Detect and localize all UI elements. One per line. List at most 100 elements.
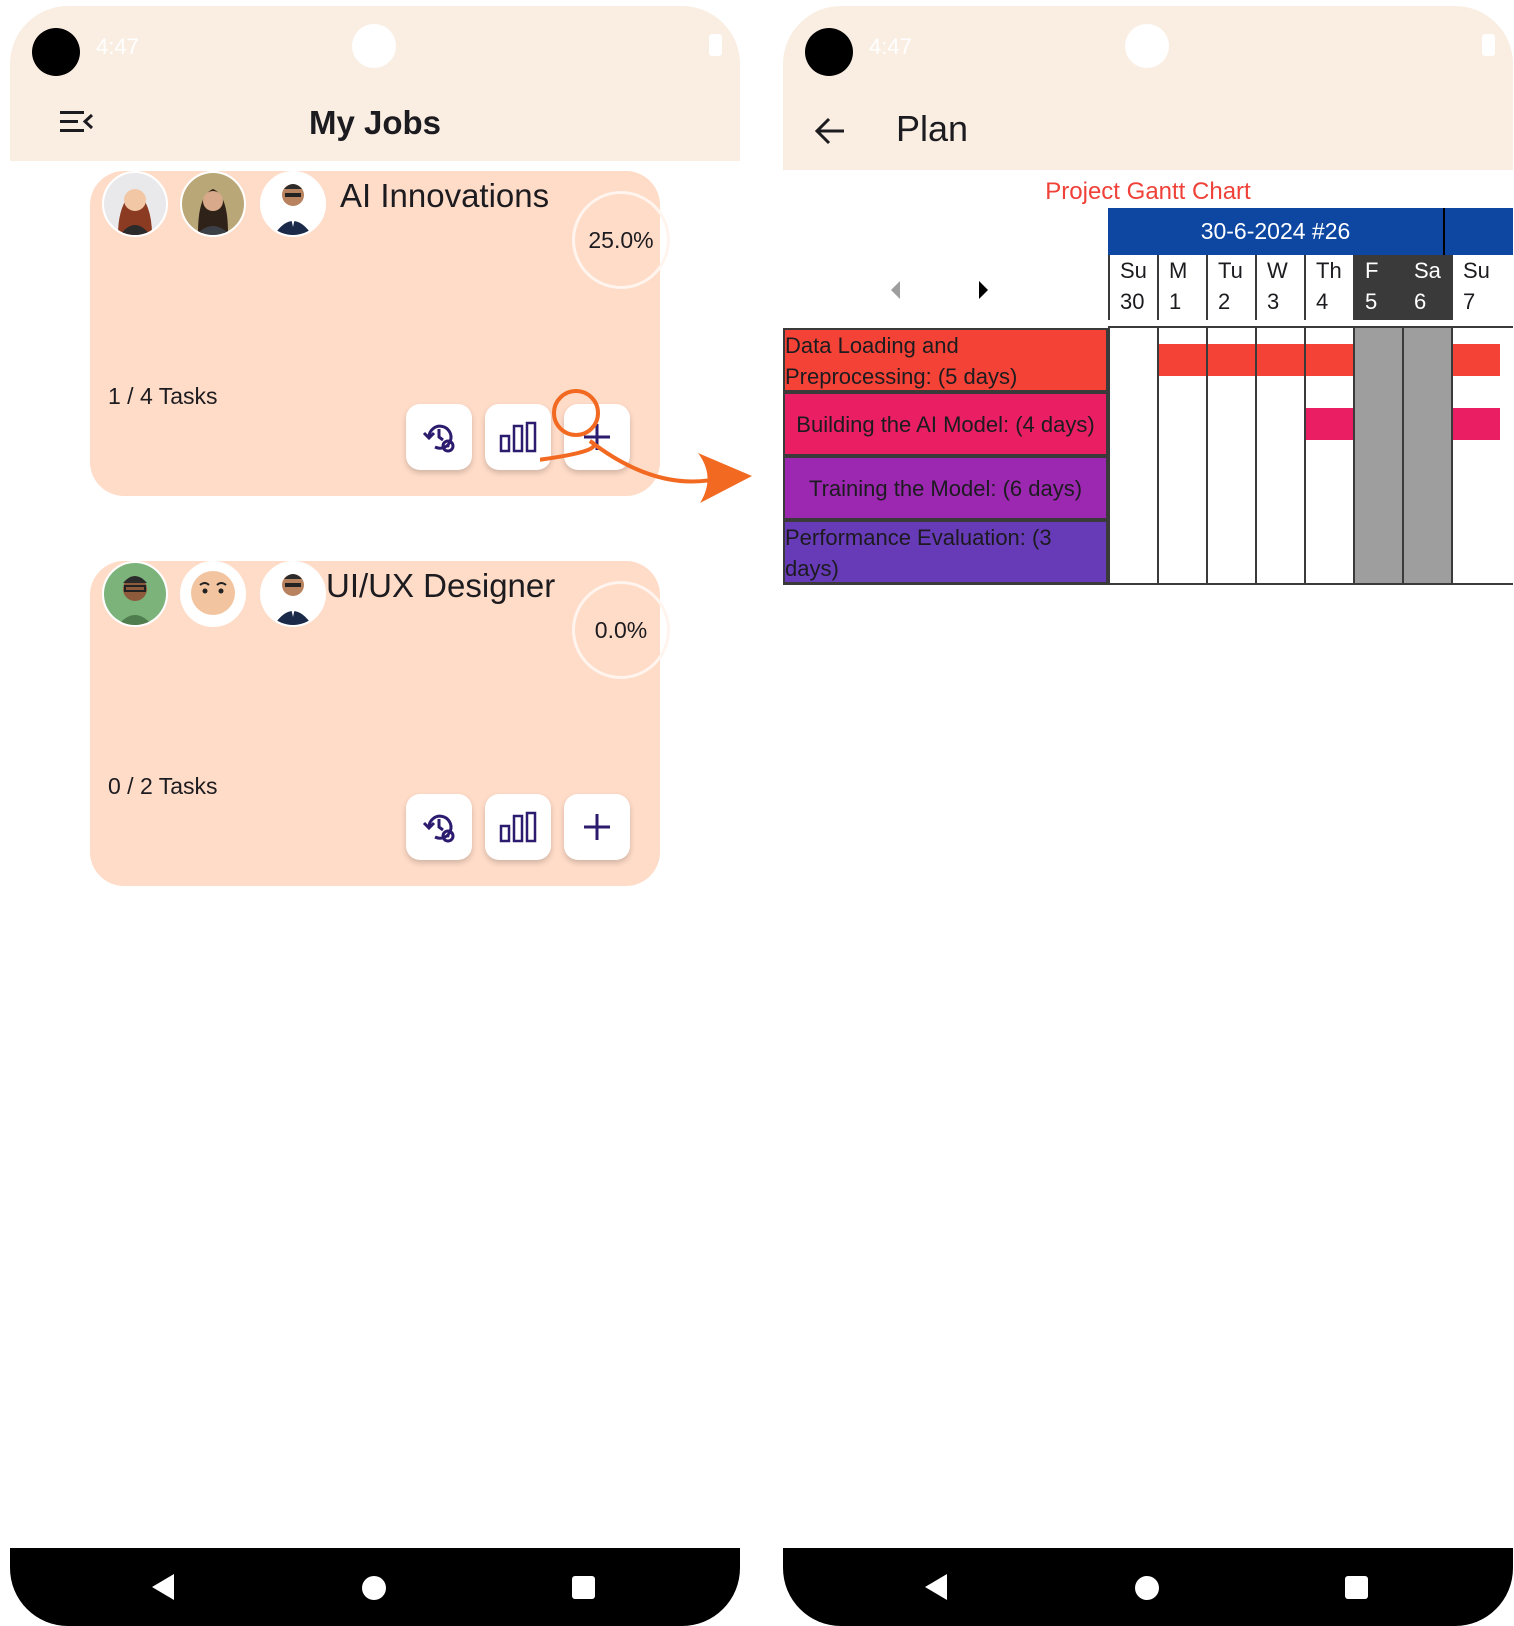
nav-recents-icon[interactable]: [572, 1576, 595, 1599]
gantt-bar: [1306, 344, 1353, 376]
day-number: 6: [1414, 289, 1427, 314]
day-header: Sa 6: [1402, 255, 1451, 320]
app-bar: 4:47 Plan: [783, 6, 1513, 170]
arrow-back-icon[interactable]: [813, 114, 847, 148]
day-header: Tu 2: [1206, 255, 1255, 320]
day-header: Th 4: [1304, 255, 1353, 320]
page-title: My Jobs: [308, 104, 442, 141]
grid-line: [1108, 326, 1513, 328]
task-label[interactable]: Data Loading and Preprocessing: (5 days): [783, 328, 1108, 392]
day-number: 7: [1463, 289, 1476, 314]
my-jobs-screen: 4:47 My Jobs AI Innovations 25.0% 1 / 4 …: [10, 6, 740, 1626]
add-icon: [584, 814, 610, 840]
day-header: Su 30: [1108, 255, 1157, 320]
task-name-line2: Preprocessing: (5 days): [785, 364, 1018, 389]
tasks-count: 0 / 2 Tasks: [108, 773, 218, 799]
gantt-bar: [1208, 344, 1255, 376]
day-column: [1402, 328, 1451, 585]
day-column: [1108, 328, 1157, 585]
gantt-bar: [1257, 344, 1304, 376]
history-settings-icon: [422, 424, 455, 453]
avatar: [260, 561, 326, 627]
job-title: UI/UX Designer: [326, 567, 556, 604]
day-name: Su: [1120, 258, 1147, 283]
stats-button[interactable]: [485, 794, 551, 860]
notch: [352, 24, 396, 68]
week-divider: [1443, 208, 1445, 255]
task-name: Data Loading and: [785, 333, 959, 358]
task-name-line2: days): [785, 556, 839, 581]
task-name: Performance Evaluation: (3: [785, 525, 1052, 550]
plan-screen: 4:47 Plan Project Gantt Chart 30-6-2024 …: [783, 6, 1513, 1626]
nav-home-icon[interactable]: [362, 1576, 386, 1600]
annotation-arrow: [540, 389, 752, 503]
day-number: 2: [1218, 289, 1231, 314]
bar-chart-icon: [499, 421, 537, 453]
status-bar: 4:47: [783, 6, 1513, 76]
camera-cutout: [805, 28, 853, 76]
task-name: Training the Model: (6 days): [808, 475, 1083, 501]
job-title: AI Innovations: [340, 177, 550, 214]
day-number: 3: [1267, 289, 1280, 314]
day-name: Sa: [1414, 258, 1441, 283]
nav-home-icon[interactable]: [1135, 1576, 1159, 1600]
task-name: Building the AI Model: (4 days): [796, 411, 1095, 437]
day-header: F5: [1353, 255, 1402, 320]
nav-recents-icon[interactable]: [1345, 1576, 1368, 1599]
progress-ring: 0.0%: [572, 581, 670, 679]
day-name: Tu: [1218, 258, 1243, 283]
bar-chart-icon: [499, 811, 537, 843]
task-label[interactable]: Building the AI Model: (4 days): [783, 392, 1108, 456]
annotation-circle: [552, 389, 600, 437]
battery-icon: [709, 34, 722, 56]
history-settings-button[interactable]: [406, 404, 472, 470]
day-number: 5: [1365, 289, 1378, 314]
history-settings-button[interactable]: [406, 794, 472, 860]
notch: [1125, 24, 1169, 68]
page-title: Plan: [896, 108, 969, 149]
day-number: 1: [1169, 289, 1182, 314]
camera-cutout: [32, 28, 80, 76]
add-task-button[interactable]: [564, 794, 630, 860]
day-header: M1: [1157, 255, 1206, 320]
status-bar: 4:47: [10, 6, 740, 76]
nav-back-icon[interactable]: [152, 1574, 174, 1600]
avatar: [180, 561, 246, 627]
day-name: W: [1267, 258, 1288, 283]
day-number: 30: [1120, 289, 1145, 314]
gantt-bar: [1453, 344, 1500, 376]
annotation-arrowhead: [698, 453, 752, 503]
avatar: [102, 171, 168, 237]
day-name: M: [1169, 258, 1188, 283]
scroll-left-icon[interactable]: [891, 281, 900, 299]
battery-icon: [1482, 34, 1495, 56]
gantt-chart-title: Project Gantt Chart: [1045, 178, 1251, 205]
week-header: 30-6-2024 #26: [1108, 208, 1513, 255]
day-name: Th: [1316, 258, 1342, 283]
status-time: 4:47: [96, 34, 139, 59]
tasks-count: 1 / 4 Tasks: [108, 383, 218, 409]
gantt-bar: [1159, 344, 1206, 376]
nav-back-icon[interactable]: [925, 1574, 947, 1600]
task-label[interactable]: Training the Model: (6 days): [783, 456, 1108, 520]
status-time: 4:47: [869, 34, 912, 59]
task-label[interactable]: Performance Evaluation: (3 days): [783, 520, 1108, 584]
day-column: [1353, 328, 1402, 585]
avatar: [180, 171, 246, 237]
day-header: W3: [1255, 255, 1304, 320]
avatar: [260, 171, 326, 237]
system-nav-bar: [783, 1548, 1513, 1626]
gantt-bar: [1306, 408, 1353, 440]
grid-line: [783, 583, 1513, 585]
day-number: 4: [1316, 289, 1329, 314]
week-label: 30-6-2024 #26: [1200, 218, 1351, 244]
gantt-bar: [1453, 408, 1500, 440]
app-bar: 4:47 My Jobs: [10, 6, 740, 161]
progress-ring: 25.0%: [572, 191, 670, 289]
day-header: Su 7: [1451, 255, 1500, 320]
scroll-right-icon[interactable]: [979, 281, 988, 299]
system-nav-bar: [10, 1548, 740, 1626]
annotation-curve: [540, 439, 726, 484]
job-card-ui-ux-designer[interactable]: UI/UX Designer 0.0% 0 / 2 Tasks: [90, 561, 670, 886]
day-name: Su: [1463, 258, 1490, 283]
